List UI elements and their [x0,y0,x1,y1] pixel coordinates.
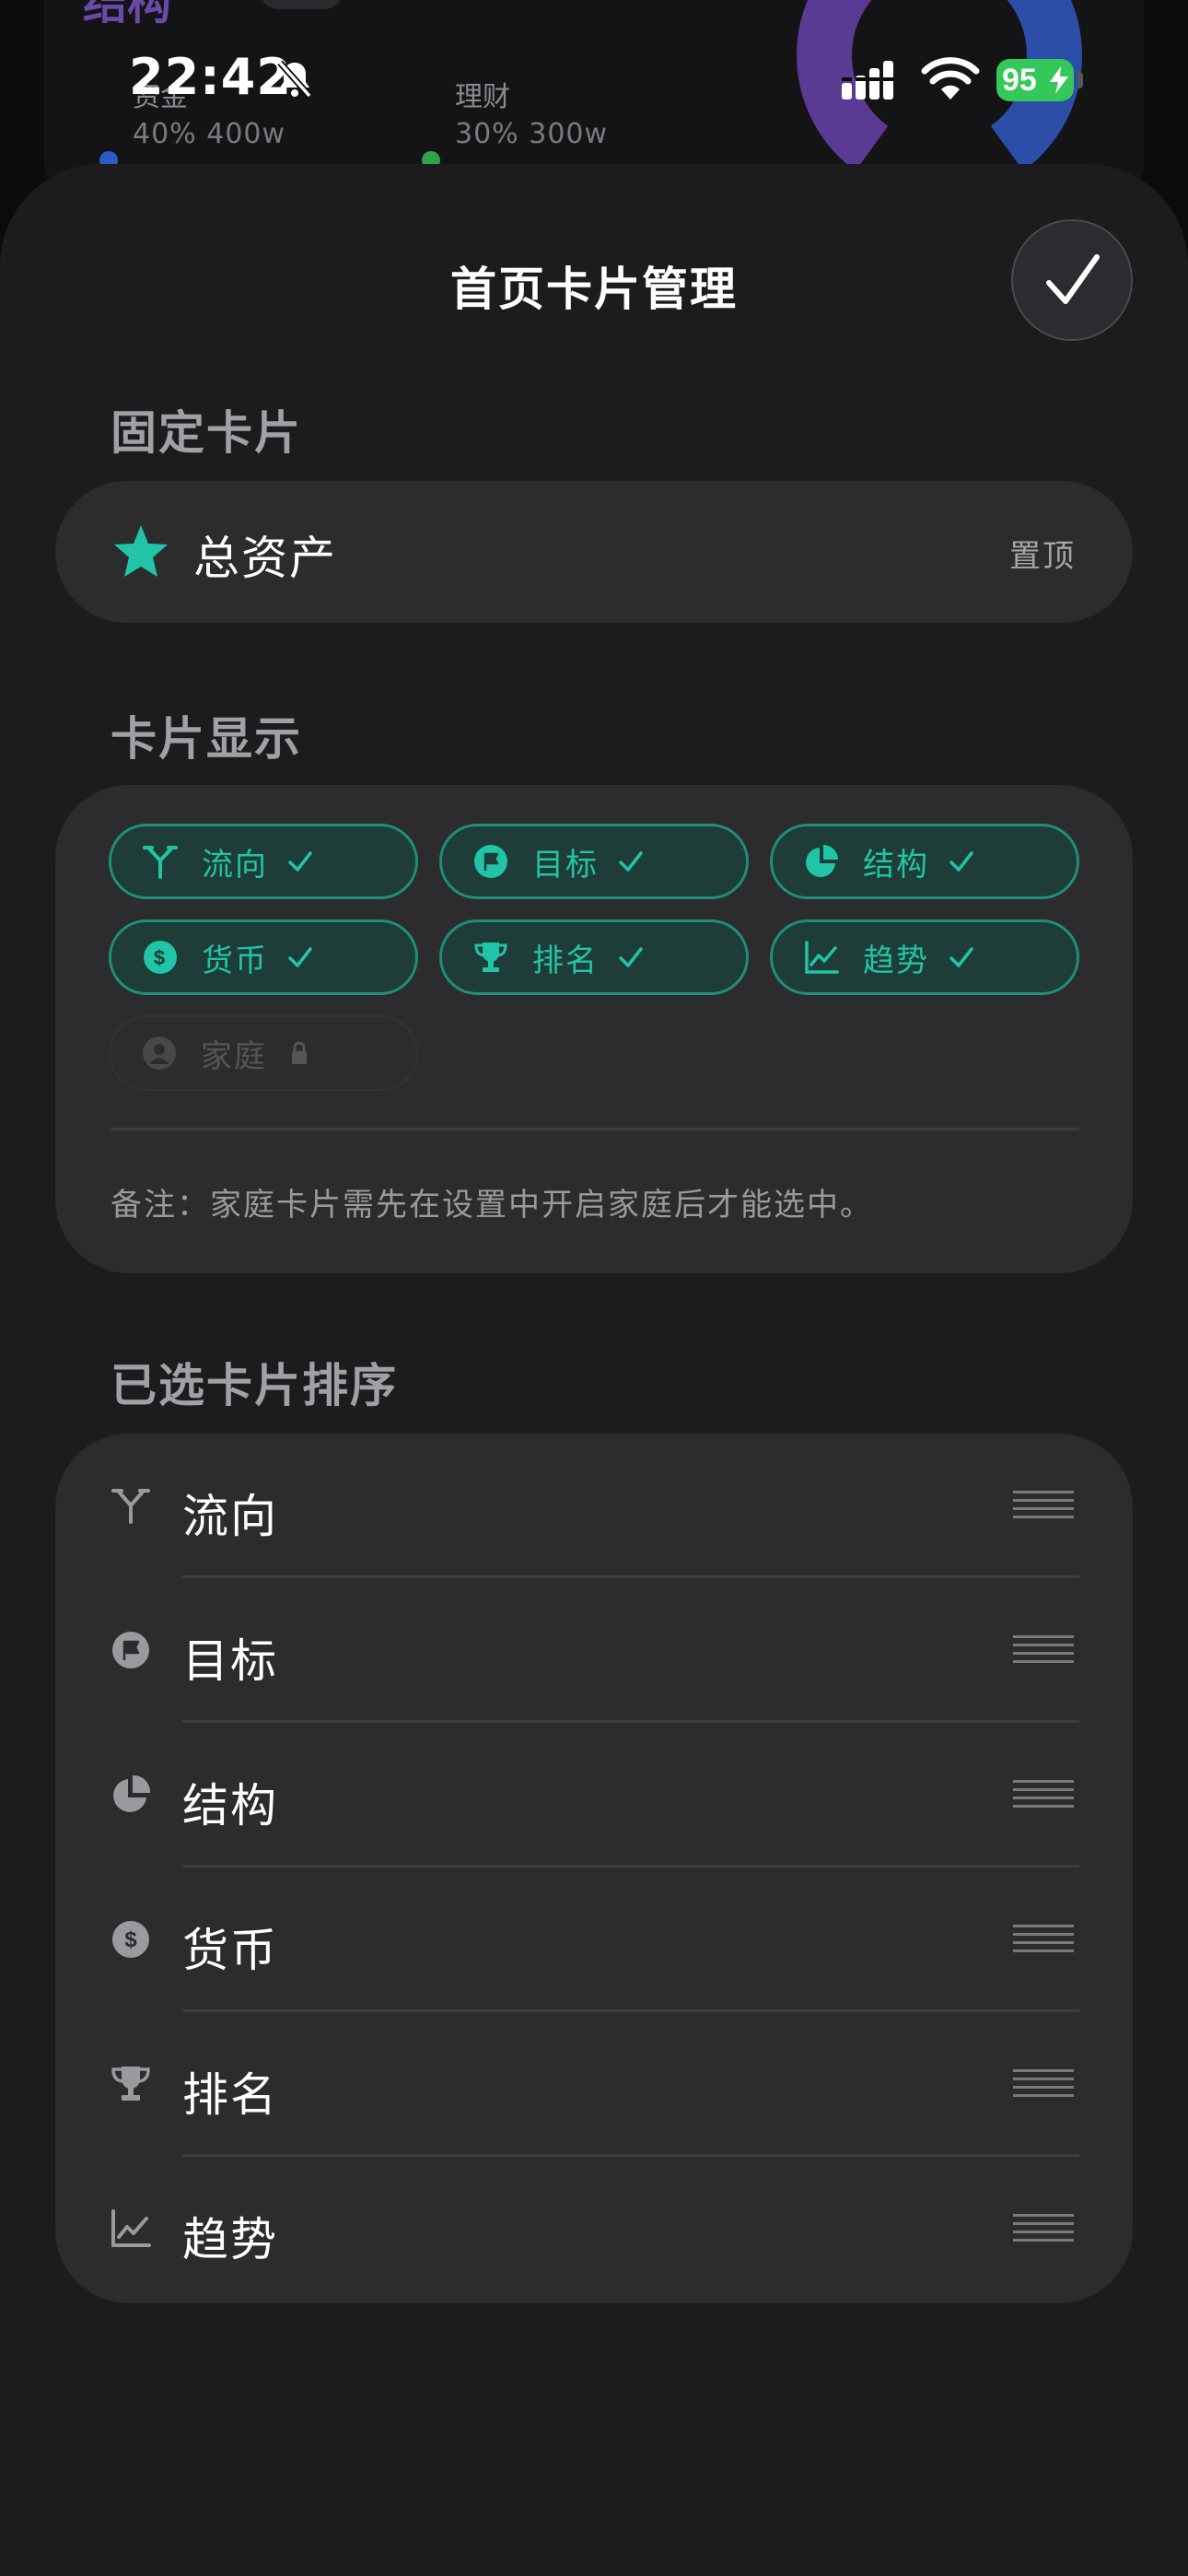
charging-bolt-icon [1050,66,1068,94]
card-display-group: 流向 目标 结构 $ 货币 排名 趋势 家庭 备注：家庭卡片需先在设置中开启家庭… [55,785,1133,1273]
sorted-row-goal[interactable]: 目标 [55,1578,1133,1723]
sorted-row-label: 货币 [182,1924,278,1977]
status-time: 22:42 [129,48,292,106]
check-icon [619,851,643,872]
pie-icon [113,1774,151,1812]
chip-structure[interactable]: 结构 [770,824,1079,899]
drag-handle-icon[interactable] [1013,2066,1074,2102]
checkmark-icon [1046,254,1100,304]
chip-family[interactable]: 家庭 [109,1015,418,1091]
flow-icon [143,846,178,879]
background-card-title: 结构 [83,0,172,29]
wifi-icon [921,57,980,100]
sorted-row-trend[interactable]: 趋势 [55,2157,1133,2301]
drag-handle-icon[interactable] [1013,1487,1074,1524]
currency-icon: $ [144,941,177,974]
svg-text:$: $ [124,1927,137,1952]
flag-icon [112,1632,149,1669]
sorted-row-label: 趋势 [182,2213,278,2266]
chip-label: 趋势 [863,942,929,979]
chip-flow[interactable]: 流向 [109,824,418,899]
chip-label: 家庭 [201,1037,267,1075]
sorted-row-label: 结构 [182,1779,278,1832]
pinned-section-title: 固定卡片 [111,406,302,460]
drag-handle-icon[interactable] [1013,1921,1074,1958]
trend-icon [805,941,839,974]
sorted-row-label: 排名 [182,2068,278,2122]
confirm-button[interactable] [1011,219,1133,341]
check-icon [288,947,312,967]
sorted-row-flow[interactable]: 流向 [55,1434,1133,1578]
chip-trend[interactable]: 趋势 [770,919,1079,995]
pinned-card-name: 总资产 [193,532,337,585]
chip-goal[interactable]: 目标 [439,824,749,899]
chip-ranking[interactable]: 排名 [439,919,749,995]
chip-currency[interactable]: $ 货币 [109,919,418,995]
flow-icon [111,1489,150,1524]
legend-value: 40% 400w [133,118,286,150]
sorted-row-structure[interactable]: 结构 [55,1723,1133,1868]
check-icon [288,851,312,872]
bell-muted-icon [277,60,312,99]
display-divider [111,1128,1079,1130]
background-legend-item: 理财 30% 300w [422,79,609,170]
star-icon [114,525,168,577]
sorted-row-label: 流向 [182,1490,278,1543]
chip-label: 结构 [863,846,929,884]
legend-value: 30% 300w [455,118,609,150]
trend-icon [111,2209,151,2247]
pin-top-button[interactable]: 置顶 [1009,531,1076,576]
trophy-icon [111,2067,150,2101]
chip-label: 排名 [532,942,599,979]
svg-text:$: $ [154,946,167,969]
sheet-title: 首页卡片管理 [450,263,738,316]
sorted-cards-list: 流向 目标 结构 $ 货币 排名 趋势 [55,1434,1133,2303]
chip-label: 目标 [532,846,599,884]
check-icon [619,947,643,967]
check-icon [949,947,973,967]
person-icon [143,1036,176,1070]
drag-handle-icon[interactable] [1013,1632,1074,1669]
battery-cap [1077,72,1083,88]
lock-icon [292,1041,307,1064]
cellular-signal-icon [842,61,893,100]
pinned-card-row: 总资产 置顶 [55,481,1133,623]
drag-handle-icon[interactable] [1013,1776,1074,1813]
sorted-row-currency[interactable]: $ 货币 [55,1868,1133,2012]
sorted-row-label: 目标 [182,1634,278,1688]
sorted-row-ranking[interactable]: 排名 [55,2012,1133,2157]
flag-icon [474,845,507,878]
sorted-section-title: 已选卡片排序 [111,1359,398,1412]
chip-label: 货币 [202,942,268,979]
check-icon [949,851,973,872]
family-note: 备注：家庭卡片需先在设置中开启家庭后才能选中。 [111,1187,873,1224]
background-title-tag [260,0,343,9]
drag-handle-icon[interactable] [1013,2210,1074,2247]
display-section-title: 卡片显示 [111,712,302,766]
pie-icon [806,845,838,877]
chip-label: 流向 [202,846,268,884]
legend-name: 理财 [455,81,510,113]
currency-icon: $ [112,1921,149,1958]
trophy-icon [474,943,507,972]
